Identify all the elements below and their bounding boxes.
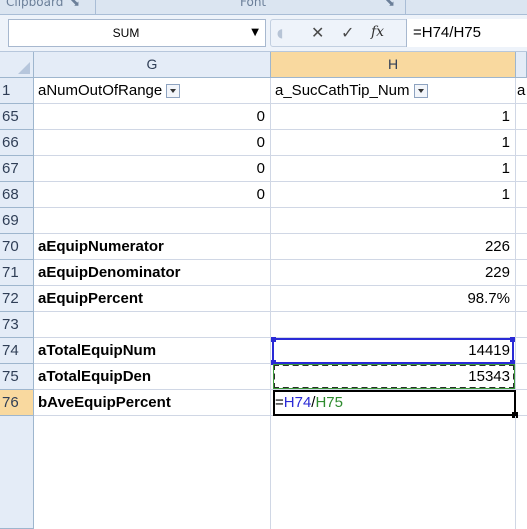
- cell[interactable]: 1: [271, 130, 516, 156]
- table-row: 67 0 1: [0, 156, 527, 182]
- column-header-g[interactable]: G: [34, 52, 271, 78]
- cell[interactable]: [516, 338, 527, 364]
- cell[interactable]: [516, 312, 527, 338]
- row-header[interactable]: 76: [0, 390, 34, 416]
- cell[interactable]: 0: [34, 156, 271, 182]
- row-header[interactable]: 75: [0, 364, 34, 390]
- select-all-button[interactable]: [0, 52, 34, 78]
- cell[interactable]: [516, 130, 527, 156]
- resize-handle[interactable]: [510, 337, 515, 342]
- row-header[interactable]: 65: [0, 104, 34, 130]
- row-header[interactable]: 69: [0, 208, 34, 234]
- cell[interactable]: 0: [34, 130, 271, 156]
- column-header-i[interactable]: [516, 52, 527, 78]
- row-header[interactable]: 74: [0, 338, 34, 364]
- font-group-label: Font: [240, 0, 267, 9]
- cell[interactable]: [516, 416, 527, 529]
- table-row: 1 aNumOutOfRange a_SucCathTip_Num a: [0, 78, 527, 104]
- row-header[interactable]: 70: [0, 234, 34, 260]
- cell-text: a_SucCathTip_Num: [275, 82, 410, 99]
- row-header[interactable]: 66: [0, 130, 34, 156]
- table-row: 68 0 1: [0, 182, 527, 208]
- resize-handle[interactable]: [271, 337, 276, 342]
- cell-text: aNumOutOfRange: [38, 82, 163, 99]
- cell[interactable]: [516, 104, 527, 130]
- formula-input[interactable]: =H74/H75: [406, 19, 527, 47]
- cancel-icon[interactable]: ✕: [311, 23, 324, 42]
- cell[interactable]: aEquipNumerator: [34, 234, 271, 260]
- row-header[interactable]: 67: [0, 156, 34, 182]
- font-launcher-icon[interactable]: ⬊: [385, 0, 395, 9]
- chevron-down-icon[interactable]: ▼: [251, 27, 259, 38]
- reference-box-h74: [271, 337, 515, 365]
- table-row: 70 aEquipNumerator 226: [0, 234, 527, 260]
- clipboard-group-label: Clipboard: [6, 0, 64, 9]
- cell[interactable]: [271, 416, 516, 529]
- row-header[interactable]: 1: [0, 78, 34, 104]
- row-header[interactable]: 71: [0, 260, 34, 286]
- cell[interactable]: 229: [271, 260, 516, 286]
- name-box-value: SUM: [112, 26, 140, 40]
- drag-handle-icon[interactable]: ◖: [277, 26, 283, 40]
- cell[interactable]: [516, 182, 527, 208]
- formula-text: =H74/H75: [413, 24, 481, 41]
- cell[interactable]: a_SucCathTip_Num: [271, 78, 516, 104]
- cell[interactable]: 1: [271, 104, 516, 130]
- cell[interactable]: [271, 312, 516, 338]
- cell[interactable]: aNumOutOfRange: [34, 78, 271, 104]
- select-all-icon: [18, 62, 30, 74]
- cell[interactable]: [34, 208, 271, 234]
- table-row: 66 0 1: [0, 130, 527, 156]
- clipboard-launcher-icon[interactable]: ⬊: [70, 0, 80, 9]
- cell[interactable]: [516, 260, 527, 286]
- cell[interactable]: 226: [271, 234, 516, 260]
- cell[interactable]: 0: [34, 104, 271, 130]
- column-header-h[interactable]: H: [271, 52, 516, 78]
- cell[interactable]: aTotalEquipNum: [34, 338, 271, 364]
- table-row: 73: [0, 312, 527, 338]
- row-header[interactable]: 72: [0, 286, 34, 312]
- table-row: 72 aEquipPercent 98.7%: [0, 286, 527, 312]
- cell[interactable]: [516, 208, 527, 234]
- cell[interactable]: [516, 156, 527, 182]
- cell[interactable]: aTotalEquipDen: [34, 364, 271, 390]
- cell[interactable]: [516, 364, 527, 390]
- table-row: [0, 416, 527, 529]
- ribbon-divider: [405, 0, 406, 14]
- reference-box-h75: [273, 364, 515, 389]
- active-cell-border: [273, 390, 518, 418]
- insert-function-icon[interactable]: fx: [371, 24, 384, 40]
- cell[interactable]: 1: [271, 182, 516, 208]
- cell[interactable]: [34, 416, 271, 529]
- ribbon-divider: [95, 0, 96, 14]
- ribbon-group-labels: Clipboard ⬊ Font ⬊: [0, 0, 527, 15]
- cell[interactable]: a: [516, 78, 527, 104]
- cell[interactable]: [516, 286, 527, 312]
- formula-buttons: ◖ ✕ ✓ fx: [270, 19, 408, 47]
- filter-dropdown-icon[interactable]: [413, 84, 428, 99]
- cell[interactable]: 0: [34, 182, 271, 208]
- formula-bar: SUM ▼ ◖ ✕ ✓ fx =H74/H75: [0, 15, 527, 52]
- row-header[interactable]: 68: [0, 182, 34, 208]
- cell[interactable]: aEquipPercent: [34, 286, 271, 312]
- cell[interactable]: bAveEquipPercent: [34, 390, 271, 416]
- table-row: 65 0 1: [0, 104, 527, 130]
- row-header[interactable]: 73: [0, 312, 34, 338]
- cell[interactable]: [271, 208, 516, 234]
- table-row: 71 aEquipDenominator 229: [0, 260, 527, 286]
- enter-icon[interactable]: ✓: [341, 23, 354, 42]
- cell[interactable]: 98.7%: [271, 286, 516, 312]
- cell[interactable]: [516, 234, 527, 260]
- name-box[interactable]: SUM ▼: [8, 19, 266, 47]
- cell[interactable]: aEquipDenominator: [34, 260, 271, 286]
- row-header[interactable]: [0, 416, 34, 529]
- cell[interactable]: 1: [271, 156, 516, 182]
- cell[interactable]: [34, 312, 271, 338]
- table-row: 69: [0, 208, 527, 234]
- filter-dropdown-icon[interactable]: [166, 84, 181, 99]
